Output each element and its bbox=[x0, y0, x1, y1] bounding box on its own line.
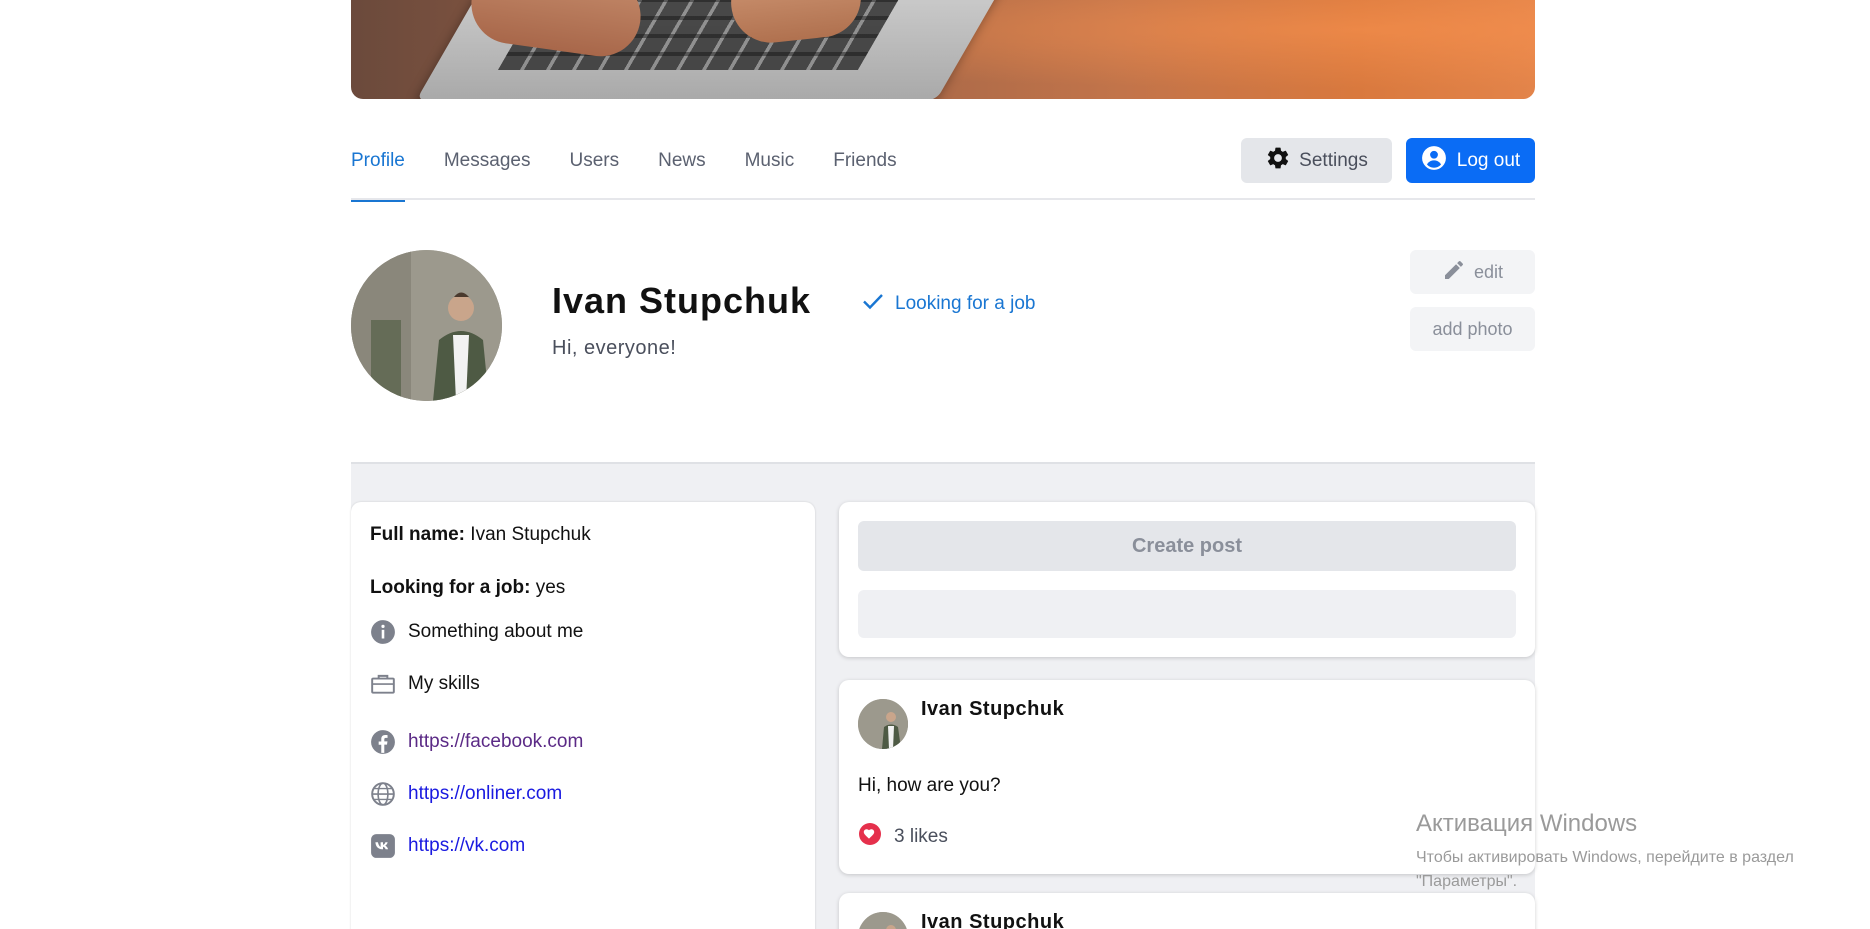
post-author-name: Ivan Stupchuk bbox=[921, 698, 1065, 720]
profile-status: Hi, everyone! bbox=[552, 337, 677, 359]
post-author-avatar bbox=[858, 912, 908, 929]
tab-news[interactable]: News bbox=[658, 138, 706, 200]
skills-label: My skills bbox=[408, 673, 480, 694]
full-name-row: Full name: Ivan Stupchuk bbox=[370, 524, 591, 546]
edit-label: edit bbox=[1473, 261, 1504, 282]
post-author-avatar bbox=[858, 699, 908, 749]
link-facebook[interactable]: https://facebook.com bbox=[408, 731, 583, 753]
globe-icon bbox=[370, 781, 396, 807]
skills-row[interactable]: My skills bbox=[370, 671, 480, 697]
create-post-card: Create post bbox=[839, 502, 1535, 657]
link-vk[interactable]: https://vk.com bbox=[408, 835, 525, 857]
briefcase-icon bbox=[370, 671, 396, 697]
account-icon bbox=[1421, 145, 1447, 177]
settings-button[interactable]: Settings bbox=[1241, 138, 1392, 183]
main-nav: Profile Messages Users News Music Friend… bbox=[351, 138, 1535, 202]
logout-label: Log out bbox=[1456, 149, 1521, 171]
tab-profile[interactable]: Profile bbox=[351, 138, 405, 202]
create-post-button[interactable]: Create post bbox=[858, 521, 1516, 571]
post-author-name: Ivan Stupchuk bbox=[921, 911, 1065, 929]
settings-label: Settings bbox=[1299, 149, 1368, 171]
likes-count: 3 likes bbox=[894, 826, 948, 847]
edit-profile-button[interactable]: edit bbox=[1410, 250, 1535, 294]
tab-messages[interactable]: Messages bbox=[444, 138, 531, 200]
pencil-icon bbox=[1442, 258, 1466, 287]
post-card: Ivan Stupchuk bbox=[839, 893, 1535, 929]
about-label: Something about me bbox=[408, 621, 584, 642]
tab-music[interactable]: Music bbox=[745, 138, 795, 200]
job-row: Looking for a job: yes bbox=[370, 577, 565, 599]
info-icon bbox=[370, 619, 396, 645]
job-status-label: Looking for a job bbox=[895, 293, 1036, 314]
watermark-subtitle: Чтобы активировать Windows, перейдите в … bbox=[1416, 849, 1794, 890]
post-likes: 3 likes bbox=[858, 822, 948, 852]
heart-icon[interactable] bbox=[858, 822, 882, 852]
facebook-icon bbox=[370, 729, 396, 755]
tab-friends[interactable]: Friends bbox=[833, 138, 896, 200]
profile-avatar bbox=[351, 250, 502, 401]
link-row-onliner: https://onliner.com bbox=[370, 781, 562, 807]
tab-users[interactable]: Users bbox=[569, 138, 619, 200]
link-row-vk: https://vk.com bbox=[370, 833, 525, 859]
vk-icon bbox=[370, 833, 396, 859]
full-name-value: Ivan Stupchuk bbox=[470, 524, 591, 545]
about-row[interactable]: Something about me bbox=[370, 619, 583, 645]
nav-tabs: Profile Messages Users News Music Friend… bbox=[351, 138, 936, 202]
cover-image bbox=[351, 0, 1535, 99]
add-photo-button[interactable]: add photo bbox=[1410, 307, 1535, 351]
job-value: yes bbox=[535, 577, 566, 598]
check-icon bbox=[861, 289, 885, 319]
logout-button[interactable]: Log out bbox=[1406, 138, 1535, 183]
link-row-facebook: https://facebook.com bbox=[370, 729, 583, 755]
windows-activation-watermark: Активация Windows Чтобы активировать Win… bbox=[1416, 810, 1870, 894]
full-name-key: Full name: bbox=[370, 524, 466, 545]
profile-info-panel: Full name: Ivan Stupchuk Looking for a j… bbox=[351, 502, 815, 929]
gear-icon bbox=[1265, 145, 1291, 177]
profile-name: Ivan Stupchuk bbox=[552, 280, 812, 321]
post-text: Hi, how are you? bbox=[858, 775, 1001, 796]
watermark-title: Активация Windows bbox=[1416, 810, 1638, 837]
job-key: Looking for a job: bbox=[370, 577, 531, 598]
post-text-input[interactable] bbox=[858, 590, 1516, 638]
link-onliner[interactable]: https://onliner.com bbox=[408, 783, 562, 805]
job-status: Looking for a job bbox=[861, 289, 1036, 319]
